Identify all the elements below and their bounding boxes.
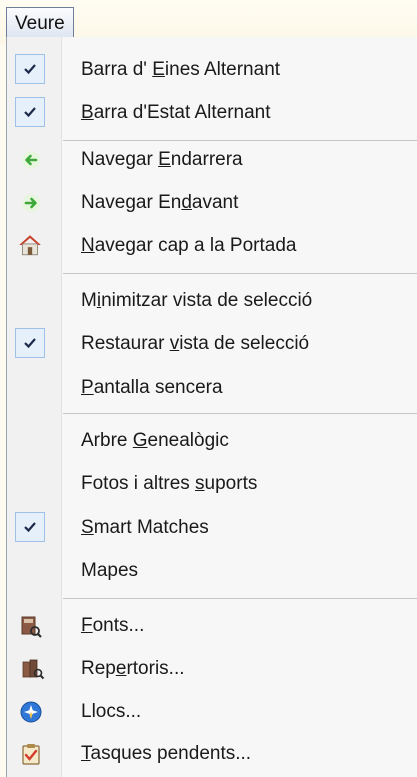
checkmark-icon <box>15 54 45 84</box>
home-icon <box>19 235 41 256</box>
back-arrow-icon <box>22 151 40 169</box>
menu-item-navigate-back[interactable]: Navegar Endarrera <box>7 140 417 180</box>
menu-item-label: Navegar cap a la Portada <box>81 235 297 256</box>
view-dropdown-menu: Barra d' Eines Alternant Barra d'Estat A… <box>6 37 417 777</box>
menu-item-label: Pantalla sencera <box>81 377 223 398</box>
menu-item-label: Fotos i altres suports <box>81 473 258 494</box>
menu-item-label: Navegar Endavant <box>81 192 239 213</box>
menu-item-label: Mapes <box>81 560 139 581</box>
menu-title-veure[interactable]: Veure <box>6 7 74 37</box>
menu-item-maps[interactable]: Mapes <box>7 551 417 591</box>
repositories-icon <box>22 659 45 680</box>
menu-separator <box>63 273 417 274</box>
menu-item-label: Barra d'Estat Alternant <box>81 102 271 123</box>
menu-item-sources[interactable]: Fonts... <box>7 606 417 646</box>
places-icon <box>20 701 42 723</box>
menu-item-alternate-toolbar[interactable]: Barra d' Eines Alternant <box>7 50 417 90</box>
menu-item-pending-tasks[interactable]: Tasques pendents... <box>7 734 417 774</box>
menu-item-label: Fonts... <box>81 615 145 636</box>
menu-item-restore-selection-view[interactable]: Restaurar vista de selecció <box>7 324 417 364</box>
menu-item-photos-media[interactable]: Fotos i altres suports <box>7 464 417 504</box>
menu-item-navigate-home[interactable]: Navegar cap a la Portada <box>7 226 417 266</box>
menu-item-label: Barra d' Eines Alternant <box>81 59 281 80</box>
checkmark-icon <box>15 512 45 542</box>
menu-separator <box>63 598 417 599</box>
menu-item-minimize-selection-view[interactable]: Minimitzar vista de selecció <box>7 281 417 321</box>
menu-item-label: Llocs... <box>81 701 142 722</box>
menu-item-smart-matches[interactable]: Smart Matches <box>7 508 417 548</box>
sources-icon <box>21 616 42 638</box>
menu-item-label: Tasques pendents... <box>81 743 252 764</box>
menu-item-label: Smart Matches <box>81 517 209 538</box>
checkmark-icon <box>15 97 45 127</box>
menu-separator <box>63 413 417 414</box>
menu-item-navigate-forward[interactable]: Navegar Endavant <box>7 183 417 223</box>
menu-item-label: Minimitzar vista de selecció <box>81 290 313 311</box>
tasks-icon <box>22 744 40 765</box>
menu-item-label: Arbre Genealògic <box>81 430 229 451</box>
menu-item-label: Repertoris... <box>81 658 185 679</box>
forward-arrow-icon <box>22 194 40 212</box>
menu-item-full-screen[interactable]: Pantalla sencera <box>7 368 417 408</box>
menu-item-family-tree[interactable]: Arbre Genealògic <box>7 421 417 461</box>
menu-item-places[interactable]: Llocs... <box>7 692 417 732</box>
menu-item-label: Restaurar vista de selecció <box>81 333 310 354</box>
menu-item-alternate-statusbar[interactable]: Barra d'Estat Alternant <box>7 93 417 133</box>
menu-item-repositories[interactable]: Repertoris... <box>7 649 417 689</box>
menu-item-label: Navegar Endarrera <box>81 149 243 170</box>
checkmark-icon <box>15 328 45 358</box>
